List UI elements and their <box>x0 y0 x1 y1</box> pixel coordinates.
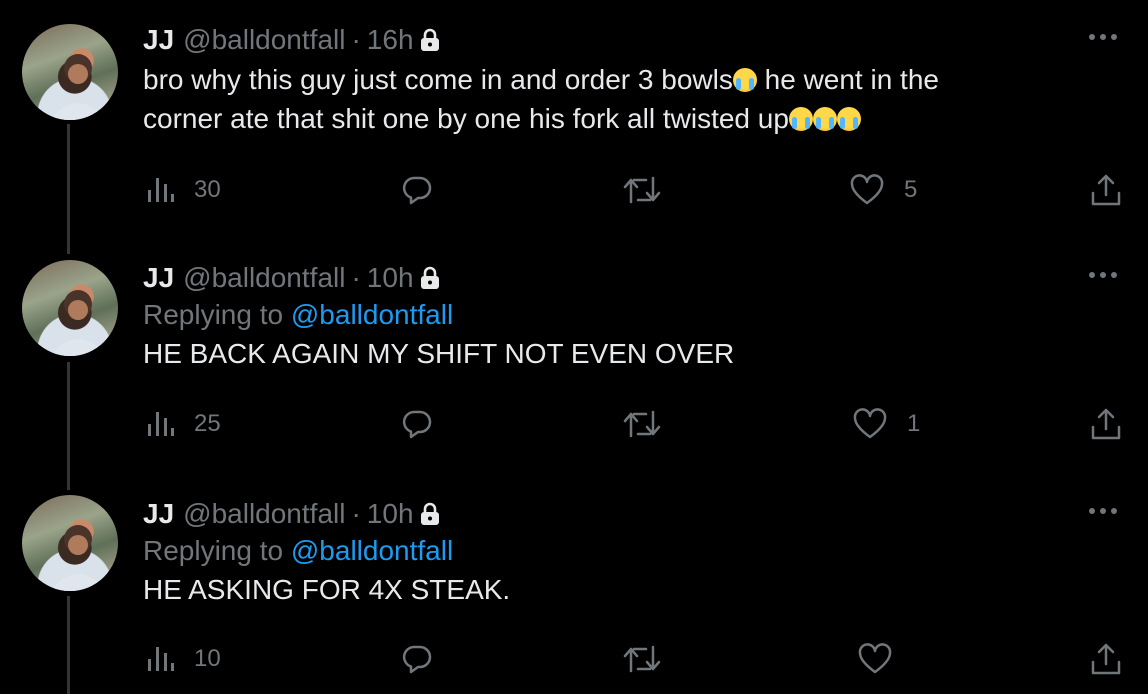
views-count: 30 <box>194 176 221 203</box>
separator: · <box>351 262 361 293</box>
views-icon <box>148 647 174 671</box>
username[interactable]: @balldontfall <box>183 22 345 58</box>
reply-button[interactable] <box>401 404 433 444</box>
tweet-text-part: corner ate that shit one by one his fork… <box>143 103 789 134</box>
heart-icon <box>853 408 887 439</box>
mention-link[interactable]: @balldontfall <box>291 535 453 566</box>
tweet-header: JJ @balldontfall · 16h <box>143 22 1118 58</box>
avatar[interactable] <box>22 24 118 120</box>
tweet-text: HE ASKING FOR 4X STEAK. <box>143 574 511 605</box>
replying-to-label: Replying to <box>143 535 291 566</box>
timestamp[interactable]: 10h <box>367 260 414 296</box>
tweet-header: JJ @balldontfall · 10h <box>143 260 1118 296</box>
separator: · <box>351 498 361 529</box>
reply-icon <box>402 645 432 674</box>
like-button[interactable]: 5 <box>850 170 917 210</box>
share-icon <box>1091 408 1121 440</box>
reply-button[interactable] <box>401 170 433 210</box>
lock-icon <box>420 28 440 52</box>
heart-icon <box>850 174 884 205</box>
tweet-text-part: he went in the <box>756 64 939 95</box>
loudly-crying-face-emoji <box>812 107 837 131</box>
action-bar: 10 <box>0 639 1148 679</box>
retweet-icon <box>623 645 661 673</box>
replying-to: Replying to @balldontfall <box>143 296 1118 334</box>
username[interactable]: @balldontfall <box>183 260 345 296</box>
timestamp[interactable]: 16h <box>367 22 414 58</box>
share-icon <box>1091 174 1121 206</box>
loudly-crying-face-emoji <box>836 107 861 131</box>
like-button[interactable] <box>858 639 892 679</box>
views-button[interactable]: 25 <box>146 404 221 444</box>
tweet-text: bro why this guy just come in and order … <box>143 60 1118 138</box>
avatar[interactable] <box>22 260 118 356</box>
timestamp[interactable]: 10h <box>367 496 414 532</box>
likes-count: 1 <box>907 410 921 437</box>
mention-link[interactable]: @balldontfall <box>291 299 453 330</box>
views-icon <box>148 412 174 436</box>
reply-button[interactable] <box>401 639 433 679</box>
heart-icon <box>858 643 892 674</box>
retweet-button[interactable] <box>622 404 662 444</box>
views-button[interactable]: 30 <box>146 170 221 210</box>
action-bar: 25 1 <box>0 404 1148 444</box>
reply-icon <box>402 176 432 205</box>
tweet-header: JJ @balldontfall · 10h <box>143 496 1118 532</box>
views-count: 10 <box>194 645 221 672</box>
display-name[interactable]: JJ <box>143 22 174 58</box>
lock-icon <box>420 502 440 526</box>
share-icon <box>1091 643 1121 675</box>
retweet-icon <box>623 176 661 204</box>
retweet-button[interactable] <box>622 639 662 679</box>
tweet[interactable]: JJ @balldontfall · 10h Replying to @ball… <box>0 486 1148 694</box>
tweet[interactable]: JJ @balldontfall · 16h bro why this guy … <box>0 0 1148 250</box>
like-button[interactable]: 1 <box>853 404 920 444</box>
tweet[interactable]: JJ @balldontfall · 10h Replying to @ball… <box>0 250 1148 486</box>
likes-count: 5 <box>904 176 918 203</box>
tweet-text-part: bro why this guy just come in and order … <box>143 64 733 95</box>
loudly-crying-face-emoji <box>732 68 757 92</box>
more-icon[interactable] <box>1088 496 1118 526</box>
more-icon[interactable] <box>1088 260 1118 290</box>
replying-to: Replying to @balldontfall <box>143 532 1118 570</box>
tweet-text: HE BACK AGAIN MY SHIFT NOT EVEN OVER <box>143 338 735 369</box>
separator: · <box>351 24 361 55</box>
loudly-crying-face-emoji <box>788 107 813 131</box>
share-button[interactable] <box>1090 404 1122 444</box>
replying-to-label: Replying to <box>143 299 291 330</box>
share-button[interactable] <box>1090 639 1122 679</box>
display-name[interactable]: JJ <box>143 260 174 296</box>
more-icon[interactable] <box>1088 22 1118 52</box>
lock-icon <box>420 266 440 290</box>
views-button[interactable]: 10 <box>146 639 221 679</box>
display-name[interactable]: JJ <box>143 496 174 532</box>
reply-icon <box>402 410 432 439</box>
retweet-icon <box>623 410 661 438</box>
share-button[interactable] <box>1090 170 1122 210</box>
avatar[interactable] <box>22 495 118 591</box>
retweet-button[interactable] <box>622 170 662 210</box>
action-bar: 30 5 <box>0 170 1148 210</box>
username[interactable]: @balldontfall <box>183 496 345 532</box>
views-count: 25 <box>194 410 221 437</box>
views-icon <box>148 178 174 202</box>
